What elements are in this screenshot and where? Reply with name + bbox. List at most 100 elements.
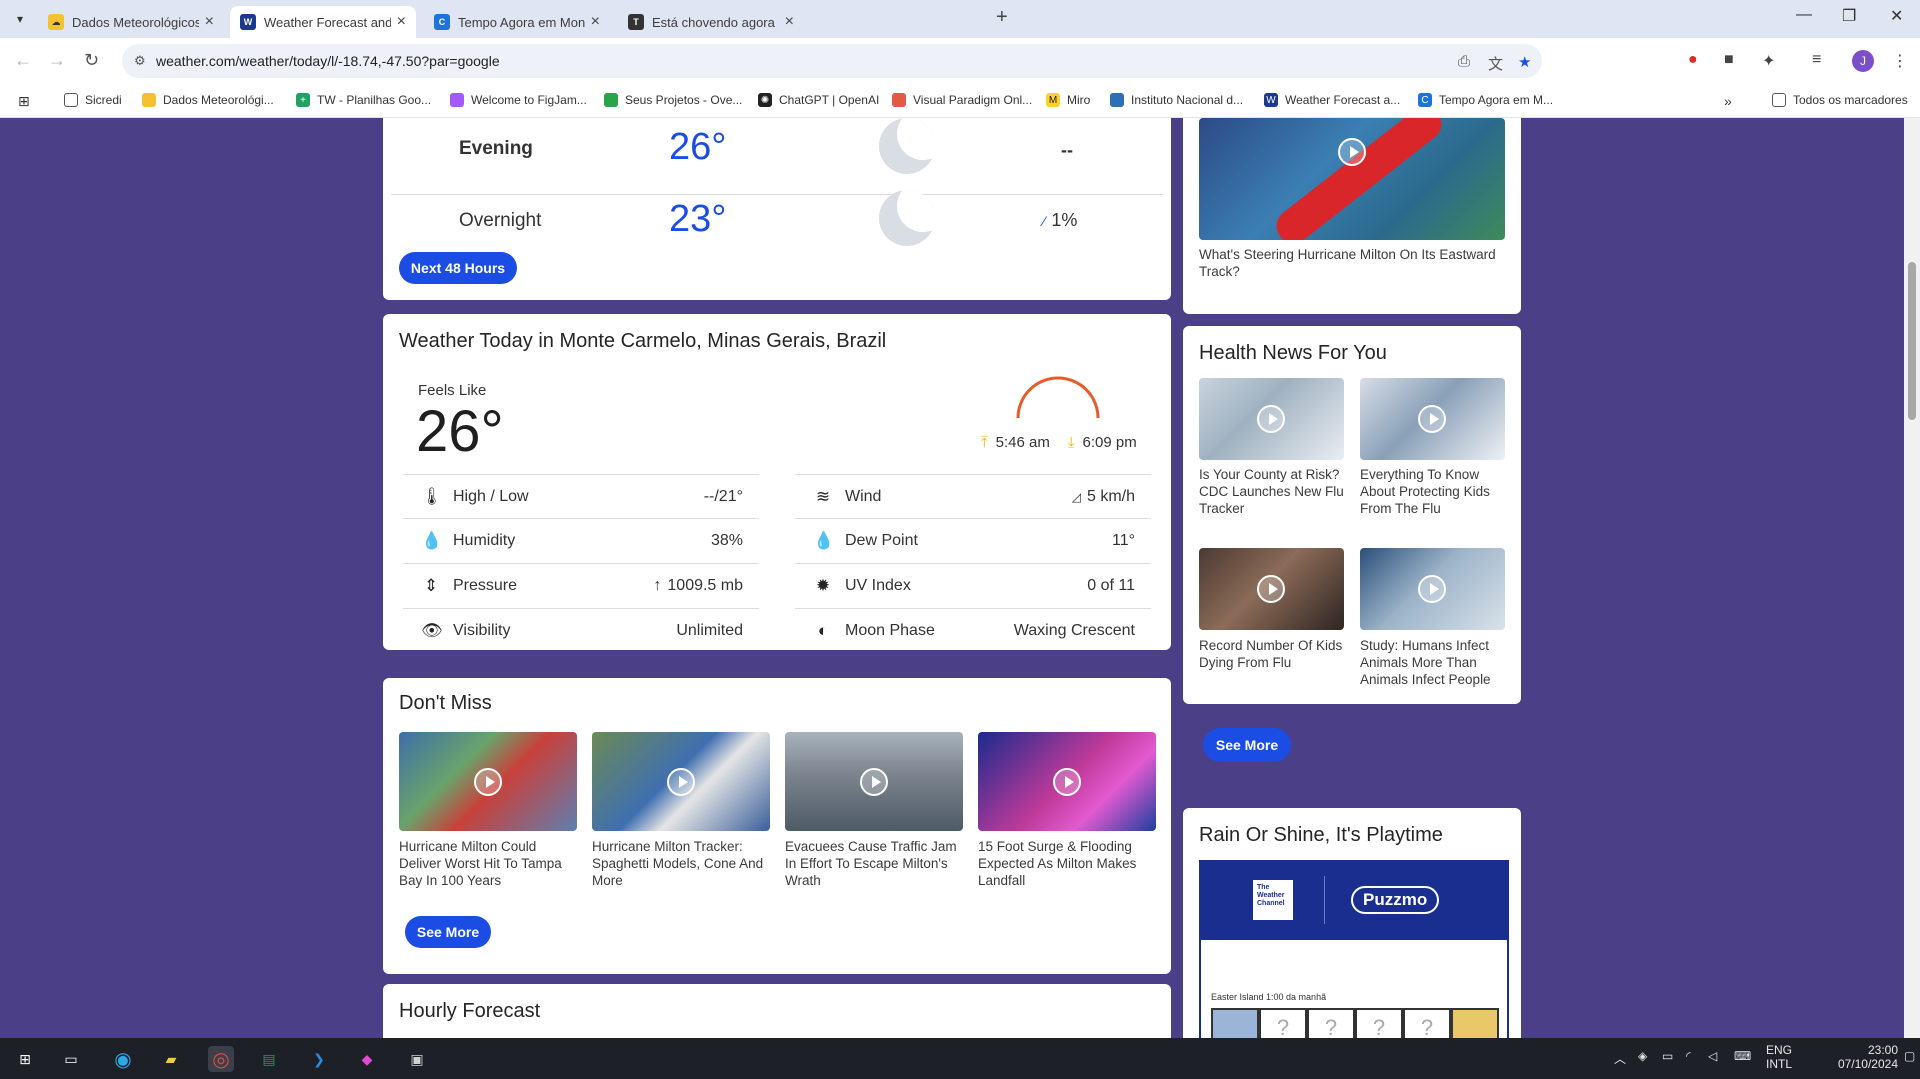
windows-start-icon[interactable]: ⊞ bbox=[12, 1046, 38, 1072]
volume-icon[interactable]: ◁ bbox=[1708, 1049, 1717, 1063]
video-thumbnail[interactable] bbox=[592, 732, 770, 831]
next-48-hours-button[interactable]: Next 48 Hours bbox=[399, 252, 517, 284]
crescent-moon-icon bbox=[879, 118, 935, 174]
bookmark-tempo-agora[interactable]: C Tempo Agora em M... bbox=[1418, 93, 1553, 107]
bookmark-visual-paradigm[interactable]: Visual Paradigm Onl... bbox=[892, 93, 1032, 107]
extension-dark-icon[interactable]: ■ bbox=[1724, 51, 1734, 69]
notifications-icon[interactable]: ▢ bbox=[1904, 1049, 1915, 1063]
extension-red-icon[interactable]: ● bbox=[1688, 51, 1698, 69]
sun-cloud-icon: ☁ bbox=[48, 14, 64, 30]
forward-icon[interactable]: → bbox=[48, 50, 66, 71]
article-title[interactable]: 15 Foot Surge & Flooding Expected As Mil… bbox=[978, 838, 1156, 889]
bookmark-weather-forecast[interactable]: W Weather Forecast a... bbox=[1264, 93, 1400, 107]
tab-weather-forecast[interactable]: W Weather Forecast and Conditio × bbox=[230, 6, 416, 38]
keyboard-icon[interactable]: ⌨ bbox=[1734, 1049, 1751, 1063]
dont-miss-title: Don't Miss bbox=[399, 692, 492, 714]
profile-avatar[interactable]: J bbox=[1852, 50, 1874, 72]
extensions-puzzle-icon[interactable]: ✦ bbox=[1762, 51, 1775, 71]
close-window-icon[interactable]: ✕ bbox=[1890, 6, 1903, 26]
bookmark-seus-projetos[interactable]: Seus Projetos - Ove... bbox=[604, 93, 742, 107]
new-tab-button[interactable]: + bbox=[996, 6, 1008, 29]
clock[interactable]: 23:00 07/10/2024 bbox=[1824, 1043, 1898, 1071]
camera-icon[interactable]: ◈ bbox=[1638, 1049, 1647, 1063]
game-tile: ? bbox=[1355, 1008, 1403, 1038]
video-thumbnail[interactable] bbox=[785, 732, 963, 831]
bookmark-star-icon[interactable]: ★ bbox=[1518, 53, 1531, 71]
all-bookmarks-folder[interactable]: Todos os marcadores bbox=[1772, 93, 1908, 107]
video-title[interactable]: What's Steering Hurricane Milton On Its … bbox=[1199, 246, 1505, 280]
vscode-icon[interactable]: ❯ bbox=[306, 1046, 332, 1072]
daypart-label: Evening bbox=[459, 138, 533, 159]
close-tab-icon[interactable]: × bbox=[591, 13, 600, 31]
bookmark-dados-meteorologicos[interactable]: Dados Meteorológi... bbox=[142, 93, 274, 107]
see-more-button[interactable]: See More bbox=[405, 916, 491, 948]
close-tab-icon[interactable]: × bbox=[205, 13, 214, 31]
bookmark-tw-planilhas[interactable]: + TW - Planilhas Goo... bbox=[296, 93, 431, 107]
site-info-icon[interactable]: ⚙ bbox=[134, 53, 146, 69]
battery-icon[interactable]: ▭ bbox=[1662, 1049, 1673, 1063]
reload-icon[interactable]: ↻ bbox=[84, 50, 99, 71]
apps-grid-icon[interactable]: ⊞ bbox=[18, 93, 30, 110]
divider bbox=[1324, 876, 1325, 924]
puzzmo-banner[interactable]: The Weather Channel Puzzmo bbox=[1199, 860, 1509, 940]
install-app-icon[interactable]: ⎙ bbox=[1458, 53, 1470, 70]
back-icon[interactable]: ← bbox=[14, 50, 32, 71]
bookmark-sicredi[interactable]: Sicredi bbox=[64, 93, 122, 107]
spreadsheet-icon[interactable]: ▤ bbox=[256, 1046, 282, 1072]
bookmark-chatgpt[interactable]: ✺ ChatGPT | OpenAI bbox=[758, 93, 879, 107]
article-title[interactable]: Hurricane Milton Tracker: Spaghetti Mode… bbox=[592, 838, 770, 889]
edge-icon[interactable]: ◉ bbox=[110, 1046, 136, 1072]
task-view-icon[interactable]: ▭ bbox=[58, 1046, 84, 1072]
detail-row-pressure: ⇕ Pressure ↑ 1009.5 mb bbox=[403, 564, 759, 609]
video-thumbnail[interactable] bbox=[399, 732, 577, 831]
app-window-icon[interactable]: ▣ bbox=[404, 1046, 430, 1072]
chrome-icon[interactable]: ◎ bbox=[208, 1046, 234, 1072]
translate-icon[interactable]: 文 bbox=[1488, 53, 1503, 74]
media-control-icon[interactable]: ≡ bbox=[1812, 51, 1821, 69]
video-thumbnail[interactable] bbox=[1199, 548, 1344, 630]
page-scrollbar[interactable] bbox=[1904, 118, 1920, 1038]
menu-dots-icon[interactable]: ⋮ bbox=[1892, 51, 1908, 71]
tab-esta-chovendo[interactable]: T Está chovendo agora em Monte × bbox=[618, 6, 804, 38]
article-title[interactable]: Everything To Know About Protecting Kids… bbox=[1360, 466, 1505, 517]
article-title[interactable]: Evacuees Cause Traffic Jam In Effort To … bbox=[785, 838, 963, 889]
health-see-more-button[interactable]: See More bbox=[1203, 728, 1291, 762]
address-bar[interactable]: ⚙ weather.com/weather/today/l/-18.74,-47… bbox=[122, 44, 1542, 78]
wifi-icon[interactable]: ◜ bbox=[1686, 1049, 1691, 1063]
restore-icon[interactable]: ❐ bbox=[1842, 6, 1856, 26]
game-preview[interactable]: Easter Island 1:00 da manhã ? ? ? ? bbox=[1199, 940, 1509, 1038]
moon-phase-icon: ◐ bbox=[817, 621, 829, 640]
jetbrains-icon[interactable]: ◆ bbox=[354, 1046, 380, 1072]
play-icon bbox=[1418, 575, 1446, 603]
tab-dados-meteorologicos[interactable]: ☁ Dados Meteorológicos × bbox=[38, 6, 224, 38]
tray-overflow-icon[interactable]: ︿ bbox=[1614, 1050, 1626, 1067]
article-title[interactable]: Study: Humans Infect Animals More Than A… bbox=[1360, 637, 1505, 688]
video-thumbnail[interactable] bbox=[1360, 548, 1505, 630]
video-thumbnail[interactable] bbox=[978, 732, 1156, 831]
sun-cloud-icon bbox=[142, 93, 156, 107]
tab-tempo-agora[interactable]: C Tempo Agora em Monte Carme × bbox=[424, 6, 610, 38]
url-text[interactable]: weather.com/weather/today/l/-18.74,-47.5… bbox=[156, 53, 500, 69]
minimize-icon[interactable]: — bbox=[1796, 6, 1812, 24]
scrollbar-thumb[interactable] bbox=[1908, 262, 1916, 420]
video-thumbnail[interactable] bbox=[1199, 118, 1505, 240]
health-news-title: Health News For You bbox=[1199, 342, 1387, 364]
bookmark-miro[interactable]: M Miro bbox=[1046, 93, 1090, 107]
article-title[interactable]: Is Your County at Risk? CDC Launches New… bbox=[1199, 466, 1344, 517]
video-thumbnail[interactable] bbox=[1199, 378, 1344, 460]
more-bookmarks-icon[interactable]: » bbox=[1724, 93, 1732, 109]
input-language[interactable]: ENG INTL bbox=[1766, 1043, 1792, 1071]
play-icon bbox=[1338, 138, 1366, 166]
weather-channel-icon: W bbox=[1264, 93, 1278, 107]
article-title[interactable]: Record Number Of Kids Dying From Flu bbox=[1199, 637, 1344, 671]
miro-icon: M bbox=[1046, 93, 1060, 107]
close-tab-icon[interactable]: × bbox=[397, 13, 406, 31]
file-explorer-icon[interactable]: ▰ bbox=[158, 1046, 184, 1072]
bookmark-instituto-nacional[interactable]: Instituto Nacional d... bbox=[1110, 93, 1243, 107]
video-thumbnail[interactable] bbox=[1360, 378, 1505, 460]
bookmark-figjam[interactable]: Welcome to FigJam... bbox=[450, 93, 587, 107]
article-title[interactable]: Hurricane Milton Could Deliver Worst Hit… bbox=[399, 838, 577, 889]
raindrop-icon: ⁄ bbox=[1043, 213, 1046, 229]
close-tab-icon[interactable]: × bbox=[785, 13, 794, 31]
tab-search-button[interactable]: ▾ bbox=[8, 7, 32, 31]
